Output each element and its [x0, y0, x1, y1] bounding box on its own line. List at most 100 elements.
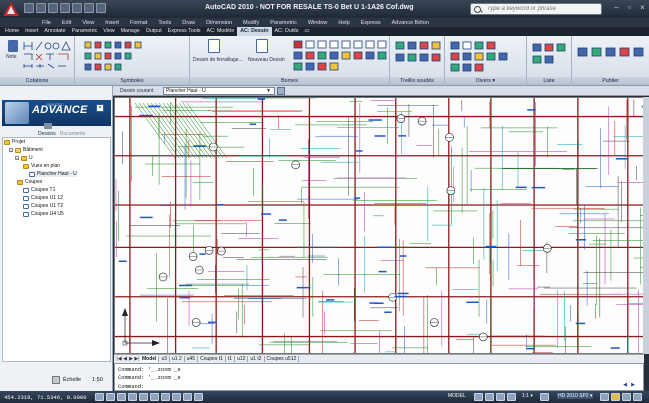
tab-view[interactable]: View — [100, 27, 117, 36]
scale-icon[interactable] — [52, 376, 60, 384]
tree-item[interactable]: Coupes — [17, 179, 42, 185]
misc-tools-icons[interactable] — [449, 40, 525, 74]
redo-icon[interactable] — [72, 3, 82, 13]
steering-wheel-icon[interactable] — [507, 393, 516, 401]
menu-modify[interactable]: Modify — [243, 20, 259, 26]
mesh-tools-icons[interactable] — [394, 40, 442, 74]
grid-icon[interactable] — [106, 393, 115, 401]
menu-express[interactable]: Express — [361, 20, 381, 26]
pan-icon[interactable] — [485, 393, 494, 401]
lwt-icon[interactable] — [183, 393, 192, 401]
layout-tab[interactable]: u12 — [235, 356, 249, 362]
clean-screen-icon[interactable] — [633, 393, 642, 401]
menu-parametric[interactable]: Parametric — [270, 20, 297, 26]
tree-item[interactable]: Coupes T1 — [23, 187, 55, 193]
tab-home[interactable]: Home — [2, 27, 22, 36]
tree-item[interactable]: Projet — [4, 139, 25, 145]
tab-ac-outils[interactable]: AC: Outils — [272, 27, 302, 36]
model-toggle[interactable]: MODEL — [448, 393, 466, 399]
layout-tab[interactable]: Coupes u512 — [265, 356, 300, 362]
maximize-icon[interactable]: ▫ — [625, 3, 634, 12]
tree-item[interactable]: Coupes U1 12 — [23, 195, 63, 201]
current-drawing-select[interactable]: Plancher Haut - U — [163, 87, 275, 95]
drawing-canvas[interactable] — [114, 97, 644, 354]
menu-format[interactable]: Format — [130, 20, 147, 26]
tab-output[interactable]: Output — [143, 27, 165, 36]
undo-icon[interactable] — [60, 3, 70, 13]
ducs-icon[interactable] — [161, 393, 170, 401]
open-icon[interactable] — [36, 3, 46, 13]
scroll-right-icon[interactable]: ▶ — [630, 382, 636, 388]
menu-advance-beton[interactable]: Advance Béton — [392, 20, 429, 26]
menu-dimension[interactable]: Dimension — [206, 20, 232, 26]
dimension-tools-icons[interactable] — [22, 40, 72, 74]
ferraillage-label[interactable]: Dessin de ferraillage... — [193, 57, 243, 63]
new-drawing-label[interactable]: Nouveau Dessin — [248, 57, 285, 63]
annotation-visibility-icon[interactable] — [540, 393, 549, 401]
layout-tab[interactable]: Coupes t1 — [198, 356, 226, 362]
tree-item[interactable]: − Bâtiment — [9, 147, 43, 153]
tab-annotate[interactable]: Annotate — [41, 27, 68, 36]
tree-item[interactable]: Vues en plan — [23, 163, 60, 169]
menu-edit[interactable]: Edit — [62, 20, 71, 26]
tab-ac-modele[interactable]: AC: Modèle — [204, 27, 238, 36]
tree-item[interactable]: Coupes U4 U5 — [23, 211, 64, 217]
command-prompt[interactable]: Command: — [118, 383, 144, 390]
isolate-objects-icon[interactable] — [622, 393, 631, 401]
note-icon[interactable] — [8, 40, 18, 52]
autocad-logo-icon[interactable] — [2, 1, 20, 17]
menu-window[interactable]: Window — [308, 20, 328, 26]
properties-strip[interactable] — [643, 97, 649, 354]
hardware-accel-icon[interactable] — [611, 393, 620, 401]
drawing-settings-icon[interactable] — [277, 87, 285, 95]
annotation-scale[interactable]: 1:1 ▾ — [522, 393, 533, 399]
menu-draw[interactable]: Draw — [182, 20, 195, 26]
otrack-icon[interactable] — [150, 393, 159, 401]
close-icon[interactable]: × — [638, 3, 647, 12]
scroll-left-icon[interactable]: ◀ — [622, 382, 628, 388]
layout-tab-model[interactable]: Model — [140, 356, 160, 362]
layout-tab[interactable]: u1 t2 — [248, 356, 265, 362]
ferraillage-drawing-icon[interactable] — [208, 39, 220, 53]
qp-icon[interactable] — [194, 393, 203, 401]
chevron-down-icon[interactable]: ▼ — [266, 88, 272, 94]
tab-manage[interactable]: Manage — [118, 27, 143, 36]
zoom-icon[interactable] — [496, 393, 505, 401]
borne-tools-icons[interactable] — [292, 39, 388, 75]
layout-tab[interactable]: u3 — [159, 356, 171, 362]
plot-icon[interactable] — [84, 3, 94, 13]
search-field[interactable] — [470, 3, 602, 15]
new-icon[interactable] — [24, 3, 34, 13]
snap-icon[interactable] — [95, 393, 104, 401]
panel-label-divers[interactable]: Divers ▾ — [445, 77, 526, 85]
ribbon-minimize-icon[interactable]: ▭ — [301, 27, 312, 36]
menu-insert[interactable]: Insert — [105, 20, 119, 26]
tab-express-tools[interactable]: Express Tools — [165, 27, 204, 36]
symbol-tools-icons[interactable] — [83, 40, 183, 74]
tree-item[interactable]: − U — [15, 155, 33, 161]
palette-pin-icon[interactable]: ▪ — [96, 104, 104, 112]
tab-insert[interactable]: Insert — [22, 27, 41, 36]
tab-parametric[interactable]: Parametric — [69, 27, 101, 36]
collapse-icon[interactable]: − — [9, 148, 13, 153]
publish-tools-icons[interactable] — [576, 46, 648, 66]
search-input[interactable] — [471, 4, 601, 14]
polar-icon[interactable] — [128, 393, 137, 401]
menu-tools[interactable]: Tools — [158, 20, 171, 26]
layout-tab[interactable]: u1 2 — [170, 356, 185, 362]
scale-value[interactable]: 1:50 — [92, 377, 103, 383]
lock-icon[interactable] — [600, 393, 609, 401]
tree-item[interactable]: Plancher Haut - U — [29, 171, 77, 177]
menu-view[interactable]: View — [82, 20, 94, 26]
dropdown-icon[interactable] — [96, 3, 106, 13]
menu-file[interactable]: File — [42, 20, 51, 26]
save-icon[interactable] — [48, 3, 58, 13]
minimize-icon[interactable]: ‒ — [612, 3, 621, 12]
command-line[interactable]: Command: '_.zoom _e Command: '_.zoom _e … — [114, 363, 644, 391]
tab-ac-dessin[interactable]: AC: Dessin — [237, 27, 272, 36]
layout-tab[interactable]: t1 — [226, 356, 236, 362]
ortho-icon[interactable] — [117, 393, 126, 401]
dyn-icon[interactable] — [172, 393, 181, 401]
osnap-icon[interactable] — [139, 393, 148, 401]
collapse-icon[interactable]: − — [15, 156, 19, 161]
